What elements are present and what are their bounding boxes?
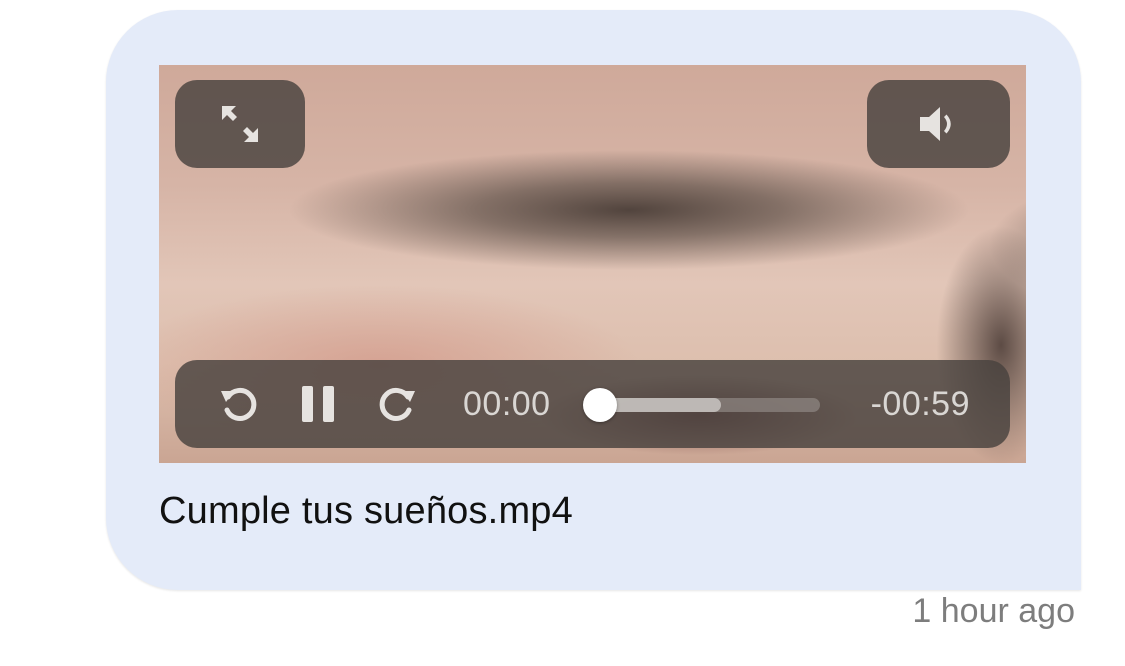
- seek-bar-buffered: [600, 398, 721, 412]
- rewind-button[interactable]: [215, 382, 263, 426]
- expand-arrows-icon: [222, 106, 258, 142]
- rewind-icon: [221, 388, 257, 421]
- forward-icon: [379, 388, 415, 421]
- forward-button[interactable]: [373, 382, 421, 426]
- volume-button[interactable]: [867, 80, 1010, 168]
- pause-button[interactable]: [295, 382, 341, 426]
- fullscreen-button[interactable]: [175, 80, 305, 168]
- seek-bar[interactable]: [583, 388, 820, 422]
- playback-controls: 00:00 -00:59: [175, 360, 1010, 448]
- speaker-icon: [919, 107, 951, 141]
- message-timestamp: 1 hour ago: [912, 592, 1075, 630]
- pause-icon: [302, 386, 334, 422]
- remaining-time: -00:59: [870, 385, 970, 423]
- file-name[interactable]: Cumple tus sueños.mp4: [159, 490, 573, 533]
- current-time: 00:00: [463, 385, 551, 423]
- seek-thumb[interactable]: [583, 388, 617, 422]
